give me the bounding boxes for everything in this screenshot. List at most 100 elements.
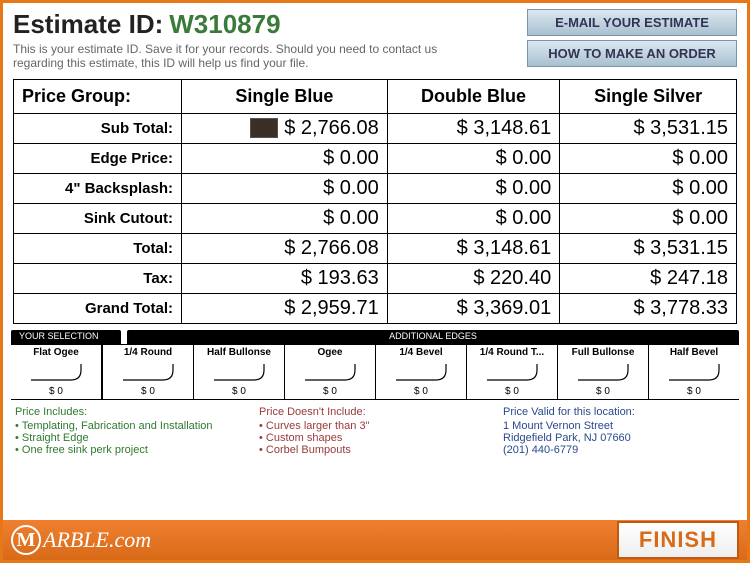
- location-line: (201) 440-6779: [503, 444, 735, 456]
- edge-profile-icon: [196, 360, 282, 384]
- selection-head: YOUR SELECTION: [11, 330, 121, 344]
- edge-profile-icon: [105, 360, 191, 384]
- price-cell: $ 2,766.08: [182, 113, 388, 143]
- edge-option[interactable]: Full Bullonse $ 0: [558, 345, 649, 399]
- edge-option[interactable]: Half Bevel $ 0: [649, 345, 739, 399]
- logo-text: ARBLE.com: [43, 527, 151, 553]
- edge-option[interactable]: 1/4 Round T... $ 0: [467, 345, 558, 399]
- price-includes: Price Includes: Templating, Fabrication …: [15, 406, 247, 456]
- edge-price: $ 0: [196, 386, 282, 397]
- additional-head: ADDITIONAL EDGES: [127, 330, 739, 344]
- estimate-id-value: W310879: [169, 9, 280, 40]
- edges-row: Flat Ogee$ 01/4 Round$ 0Half Bullonse$ 0…: [11, 344, 739, 400]
- location-line: Ridgefield Park, NJ 07660: [503, 432, 735, 444]
- email-estimate-button[interactable]: E-MAIL YOUR ESTIMATE: [527, 9, 737, 36]
- edge-option[interactable]: Ogee $ 0: [285, 345, 376, 399]
- includes-item: One free sink perk project: [15, 444, 247, 456]
- edge-profile-icon: [651, 360, 737, 384]
- footer: M ARBLE.com FINISH: [3, 520, 747, 560]
- price-cell: $ 3,778.33: [560, 293, 737, 323]
- edge-price: $ 0: [287, 386, 373, 397]
- price-cell: $ 0.00: [387, 173, 559, 203]
- finish-button[interactable]: FINISH: [617, 521, 739, 559]
- header-buttons: E-MAIL YOUR ESTIMATE HOW TO MAKE AN ORDE…: [527, 9, 737, 71]
- edge-option[interactable]: 1/4 Round $ 0: [103, 345, 194, 399]
- includes-item: Straight Edge: [15, 432, 247, 444]
- price-row: Grand Total:$ 2,959.71$ 3,369.01$ 3,778.…: [14, 293, 737, 323]
- price-cell: $ 3,531.15: [560, 113, 737, 143]
- edge-name: Half Bevel: [651, 347, 737, 358]
- price-group-label: Price Group:: [14, 79, 182, 113]
- logo-m-icon: M: [11, 525, 41, 555]
- material-swatch-icon: [250, 118, 278, 138]
- row-label: Grand Total:: [14, 293, 182, 323]
- edge-option[interactable]: Half Bullonse$ 0: [194, 345, 285, 399]
- price-row: 4" Backsplash:$ 0.00$ 0.00$ 0.00: [14, 173, 737, 203]
- estimate-id-label: Estimate ID:: [13, 9, 163, 40]
- edge-name: Ogee: [287, 347, 373, 358]
- edge-profile-icon: [13, 360, 99, 384]
- row-label: Sink Cutout:: [14, 203, 182, 233]
- edge-price: $ 0: [469, 386, 555, 397]
- price-cell: $ 0.00: [182, 203, 388, 233]
- edge-option[interactable]: Flat Ogee $ 0: [11, 345, 103, 399]
- edge-profile-icon: [469, 360, 555, 384]
- price-cell: $ 0.00: [560, 143, 737, 173]
- price-cell: $ 0.00: [182, 143, 388, 173]
- edge-name: 1/4 Round T...: [469, 347, 555, 358]
- row-label: Sub Total:: [14, 113, 182, 143]
- edge-name: 1/4 Round: [105, 347, 191, 358]
- price-group-col: Single Blue: [182, 79, 388, 113]
- estimate-id-sub: This is your estimate ID. Save it for yo…: [13, 42, 453, 71]
- edge-profile-icon: [378, 360, 464, 384]
- excludes-title: Price Doesn't Include:: [259, 406, 491, 418]
- edge-name: Flat Ogee: [13, 347, 99, 358]
- price-row: Tax:$ 193.63$ 220.40$ 247.18: [14, 263, 737, 293]
- price-cell: $ 193.63: [182, 263, 388, 293]
- edges-header: YOUR SELECTION ADDITIONAL EDGES: [11, 330, 739, 344]
- excludes-item: Curves larger than 3": [259, 420, 491, 432]
- header-left: Estimate ID: W310879 This is your estima…: [13, 9, 527, 71]
- price-cell: $ 3,369.01: [387, 293, 559, 323]
- edge-price: $ 0: [13, 386, 99, 397]
- price-cell: $ 2,766.08: [182, 233, 388, 263]
- edges-strip: YOUR SELECTION ADDITIONAL EDGES Flat Oge…: [11, 330, 739, 400]
- edge-price: $ 0: [378, 386, 464, 397]
- price-cell: $ 0.00: [182, 173, 388, 203]
- price-row: Edge Price:$ 0.00$ 0.00$ 0.00: [14, 143, 737, 173]
- location-line: 1 Mount Vernon Street: [503, 420, 735, 432]
- price-cell: $ 2,959.71: [182, 293, 388, 323]
- price-cell: $ 0.00: [560, 173, 737, 203]
- row-label: Tax:: [14, 263, 182, 293]
- edge-price: $ 0: [560, 386, 646, 397]
- price-cell: $ 3,148.61: [387, 233, 559, 263]
- price-cell: $ 0.00: [560, 203, 737, 233]
- excludes-item: Corbel Bumpouts: [259, 444, 491, 456]
- price-excludes: Price Doesn't Include: Curves larger tha…: [259, 406, 491, 456]
- price-group-col: Double Blue: [387, 79, 559, 113]
- edge-name: Full Bullonse: [560, 347, 646, 358]
- edge-name: 1/4 Bevel: [378, 347, 464, 358]
- price-row: Total:$ 2,766.08$ 3,148.61$ 3,531.15: [14, 233, 737, 263]
- price-group-col: Single Silver: [560, 79, 737, 113]
- price-cell: $ 0.00: [387, 143, 559, 173]
- price-cell: $ 247.18: [560, 263, 737, 293]
- edge-price: $ 0: [651, 386, 737, 397]
- includes-item: Templating, Fabrication and Installation: [15, 420, 247, 432]
- edge-price: $ 0: [105, 386, 191, 397]
- price-cell: $ 3,531.15: [560, 233, 737, 263]
- row-label: Edge Price:: [14, 143, 182, 173]
- how-to-order-button[interactable]: HOW TO MAKE AN ORDER: [527, 40, 737, 67]
- info-row: Price Includes: Templating, Fabrication …: [3, 400, 747, 460]
- excludes-item: Custom shapes: [259, 432, 491, 444]
- row-label: Total:: [14, 233, 182, 263]
- edge-option[interactable]: 1/4 Bevel $ 0: [376, 345, 467, 399]
- title-row: Estimate ID: W310879: [13, 9, 527, 40]
- includes-title: Price Includes:: [15, 406, 247, 418]
- edge-profile-icon: [560, 360, 646, 384]
- price-cell: $ 3,148.61: [387, 113, 559, 143]
- price-row: Sub Total:$ 2,766.08$ 3,148.61$ 3,531.15: [14, 113, 737, 143]
- price-row: Sink Cutout:$ 0.00$ 0.00$ 0.00: [14, 203, 737, 233]
- price-cell: $ 0.00: [387, 203, 559, 233]
- marble-logo: M ARBLE.com: [11, 525, 151, 555]
